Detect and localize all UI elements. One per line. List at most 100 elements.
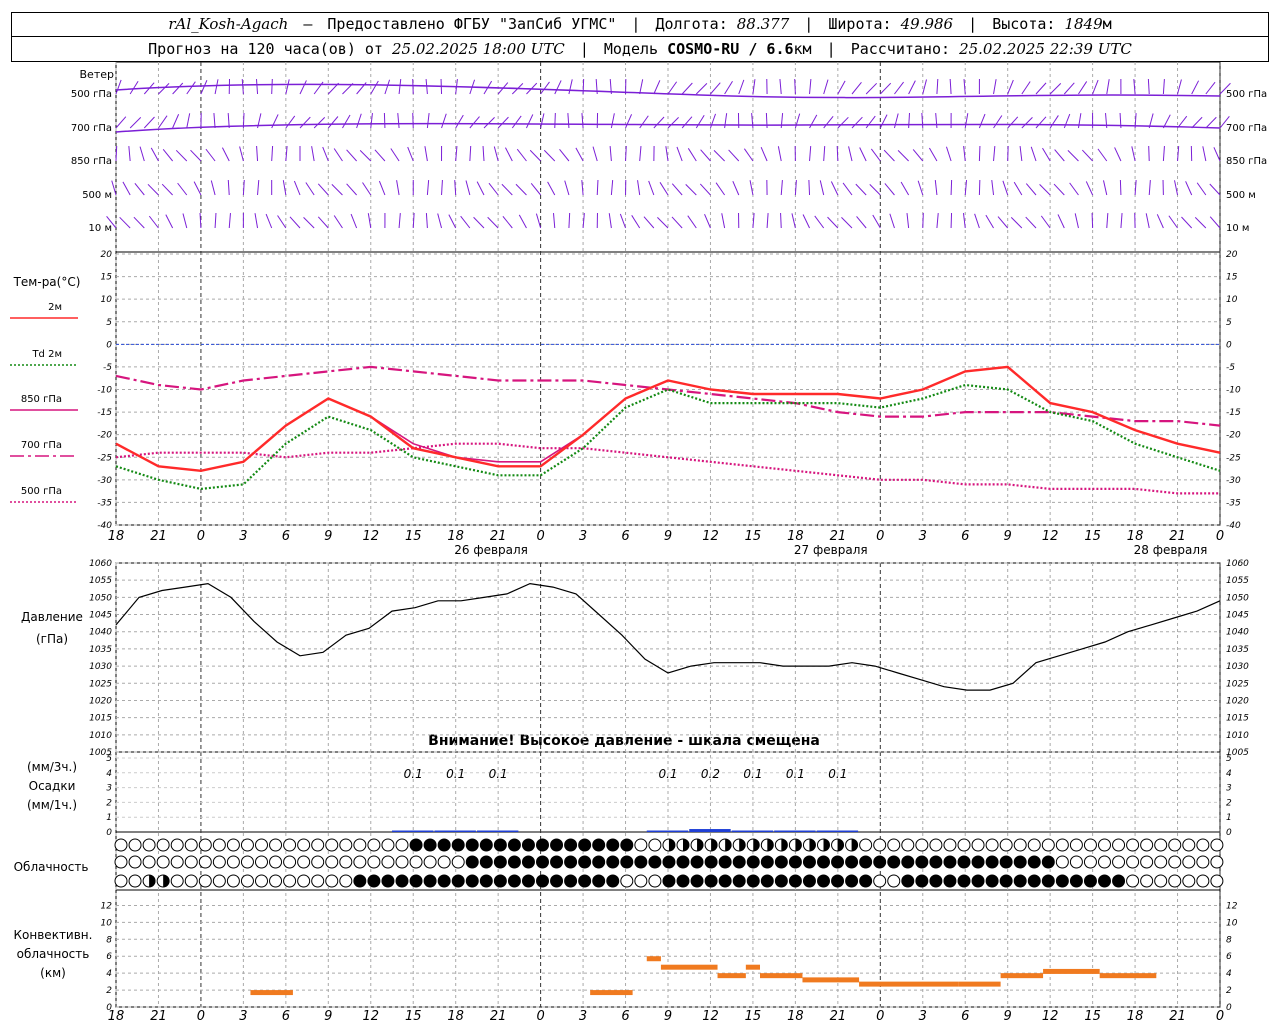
cloud-cover-circle: [367, 855, 381, 869]
wind-barb: [305, 182, 315, 196]
cloud-cover-circle: [142, 855, 156, 869]
wind-barb: [515, 183, 527, 196]
wind-barb: [802, 214, 810, 229]
hour-tick-label: 18: [447, 1009, 464, 1024]
conv-tick-label: 0: [106, 1003, 112, 1013]
cloud-cover-circle: [1041, 855, 1055, 869]
press-tick-group: 1005 1005: [89, 748, 1249, 758]
wind-barb: [289, 216, 301, 229]
cloud-cover-circle: [788, 874, 802, 888]
hour-tick-label: 21: [490, 529, 507, 544]
wind-barb: [1191, 80, 1200, 95]
hour-tick-label: 6: [282, 529, 290, 544]
wind-barb: [370, 80, 379, 95]
cloud-half-fill: [823, 839, 830, 851]
wind-barb: [608, 213, 612, 229]
temp-tick-label: -25: [97, 453, 112, 463]
press-tick-group: 1050 1050: [89, 593, 1249, 603]
cloud-cover-circle: [971, 838, 985, 852]
hour-tick-label: 6: [621, 529, 629, 544]
convective-cloud-bar: [745, 964, 760, 970]
cloud-cover-circle: [269, 838, 283, 852]
temp-tick-group: 55: [106, 318, 1232, 328]
wind-barb: [1057, 214, 1065, 229]
press-tick-group: 1020 1020: [89, 696, 1249, 706]
cloud-cover-circle: [550, 874, 564, 888]
cloud-cover-circle: [592, 874, 606, 888]
temp-tick-label: 10: [101, 295, 113, 305]
wind-barb: [362, 182, 372, 196]
wind-barb: [559, 148, 570, 162]
cloud-cover-circle: [564, 855, 578, 869]
cloud-cover-circle: [1069, 838, 1083, 852]
cloud-cover-circle: [493, 855, 507, 869]
wind-barb: [699, 183, 711, 196]
cloud-cover-circle: [718, 855, 732, 869]
convective-cloud-bar: [660, 964, 718, 970]
conv-tick-label-right: 10: [1226, 918, 1238, 928]
temp-tick-label: -10: [97, 386, 112, 396]
convective-cloud-bar: [859, 981, 959, 987]
wind-barb: [1106, 79, 1110, 95]
temp-tick-label: -30: [97, 476, 112, 486]
wind-barb: [879, 82, 892, 95]
cloud-cover-circle: [536, 855, 549, 869]
wind-barb: [836, 145, 839, 162]
press-tick-label-right: 1015: [1226, 714, 1249, 724]
cloud-cover-circle: [634, 838, 648, 852]
wind-barb: [709, 113, 717, 129]
wind-barb: [356, 113, 362, 129]
cloud-cover-circle: [507, 855, 521, 869]
wind-barb: [397, 113, 400, 129]
wind-barb: [1042, 147, 1051, 162]
wind-barb: [143, 116, 155, 129]
cloud-cover-circle: [690, 855, 704, 869]
wind-barb: [359, 150, 372, 162]
wind-barb: [331, 184, 343, 196]
wind-barb: [285, 79, 290, 95]
conv-tick-label: 8: [106, 935, 112, 945]
press-tick-label: 1050: [89, 593, 112, 603]
precip-amount-label: 0.1: [404, 767, 423, 781]
convective-cloud-bar: [760, 973, 803, 979]
wind-barb: [1181, 216, 1193, 229]
hour-tick-label: 21: [830, 1009, 847, 1024]
wind-barb: [659, 182, 669, 196]
wind-barb: [313, 116, 326, 129]
wind-barb: [1205, 116, 1217, 129]
cloud-cover-circle: [732, 874, 746, 888]
press-tick-label-right: 1035: [1226, 645, 1249, 655]
cloud-cover-circle: [240, 874, 254, 888]
cloud-cover-circle: [999, 838, 1013, 852]
wind-barb: [619, 213, 627, 229]
cloud-cover-circle: [536, 874, 549, 888]
cloud-cover-circle: [774, 855, 788, 869]
cloud-cover-circle: [212, 855, 226, 869]
wind-level-label-right: 500 м: [1226, 190, 1256, 201]
wind-barb: [1049, 83, 1062, 95]
precip-bar: [646, 830, 689, 832]
hour-tick-label: 12: [702, 529, 719, 544]
wind-barb: [554, 112, 556, 129]
cloud-cover-circle: [184, 874, 198, 888]
date-label: 27 февраля: [794, 543, 868, 557]
cloud-cover-circle: [578, 874, 592, 888]
cloud-cover-circle: [634, 874, 648, 888]
wind-barb: [327, 116, 339, 129]
wind-barb: [1007, 116, 1019, 129]
precip-tick-label-right: 3: [1226, 784, 1232, 794]
wind-level-label: 10 м: [89, 223, 112, 234]
wind-barb: [851, 116, 863, 129]
cloud-cover-circle: [409, 855, 423, 869]
cloud-cover-circle: [564, 874, 578, 888]
hour-tick-label: 15: [745, 1009, 762, 1024]
wind-barb: [791, 213, 796, 229]
cloud-cover-circle: [423, 874, 437, 888]
wind-barb: [119, 216, 131, 229]
cloud-cover-circle: [114, 855, 128, 869]
wind-barb: [493, 146, 499, 162]
cloud-half-fill: [767, 839, 774, 851]
cloud-cover-circle: [985, 874, 999, 888]
cloud-cover-circle: [985, 855, 999, 869]
cloud-cover-circle: [283, 838, 297, 852]
